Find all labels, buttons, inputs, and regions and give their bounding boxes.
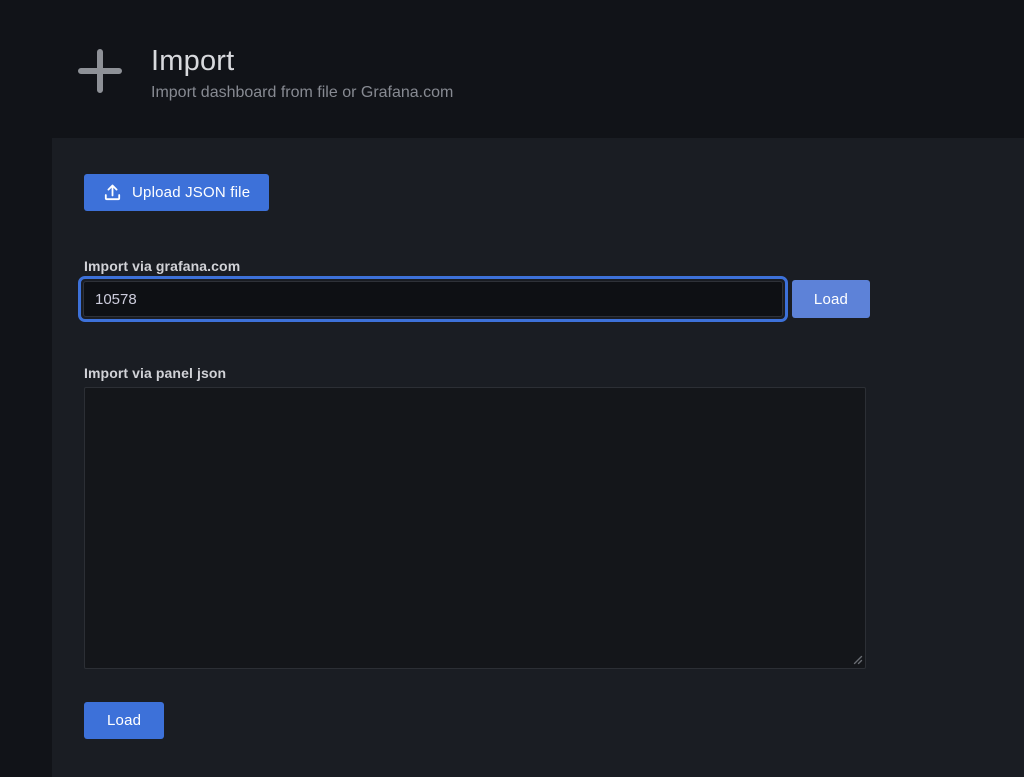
resize-handle-icon[interactable] xyxy=(851,653,863,665)
gcom-import-label: Import via grafana.com xyxy=(84,258,1024,274)
panel-json-textarea[interactable] xyxy=(84,387,866,669)
page-title: Import xyxy=(151,45,453,78)
panel-json-load-button[interactable]: Load xyxy=(84,702,164,739)
upload-json-button[interactable]: Upload JSON file xyxy=(84,174,269,211)
gcom-import-row: Load xyxy=(84,276,1024,322)
page-header: Import Import dashboard from file or Gra… xyxy=(0,0,1024,138)
panel-json-label: Import via panel json xyxy=(84,365,1024,381)
gcom-input-focus-ring xyxy=(78,276,788,322)
upload-json-button-label: Upload JSON file xyxy=(132,184,250,201)
panel-json-textarea-wrap xyxy=(84,387,866,669)
gcom-dashboard-id-input[interactable] xyxy=(83,281,783,317)
plus-icon xyxy=(76,47,124,100)
page-subtitle: Import dashboard from file or Grafana.co… xyxy=(151,84,453,102)
gcom-load-button[interactable]: Load xyxy=(792,280,870,318)
content-panel: Upload JSON file Import via grafana.com … xyxy=(52,138,1024,777)
upload-icon xyxy=(103,183,122,202)
header-text: Import Import dashboard from file or Gra… xyxy=(151,45,453,102)
